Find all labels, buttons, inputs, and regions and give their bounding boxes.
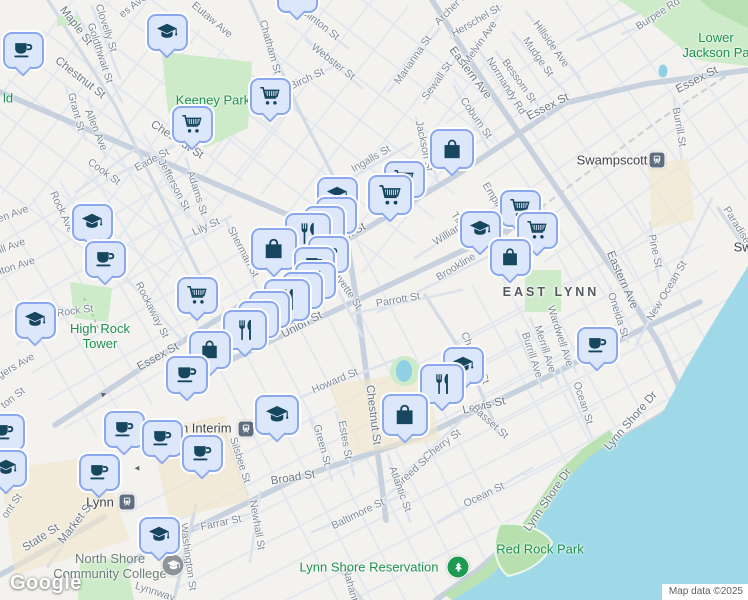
shopping-cart-icon bbox=[181, 114, 202, 134]
marker-pin-shopping-bag[interactable] bbox=[250, 228, 298, 270]
coffee-cup-icon bbox=[0, 425, 14, 440]
marker-pin-shopping-cart[interactable] bbox=[176, 276, 218, 314]
marker-pin-shopping-cart[interactable] bbox=[171, 105, 213, 143]
map[interactable]: Maple St es Ave Clovelly St Goldthwait St Ch… bbox=[0, 0, 748, 600]
marker-pin-coffee-cup[interactable] bbox=[2, 31, 44, 69]
shopping-bag-icon bbox=[502, 248, 518, 267]
coffee-cup-icon bbox=[90, 465, 109, 480]
marker-pin-shopping-bag[interactable] bbox=[381, 394, 429, 436]
marker-pin-blank[interactable] bbox=[276, 0, 318, 13]
graduation-cap-icon bbox=[156, 23, 178, 38]
google-logo[interactable]: Google bbox=[10, 572, 82, 595]
marker-pin-coffee-cup[interactable] bbox=[576, 326, 618, 364]
coffee-cup-icon bbox=[115, 422, 134, 437]
shopping-cart-icon bbox=[378, 185, 401, 206]
coffee-cup-icon bbox=[193, 446, 212, 461]
marker-pin-coffee-cup[interactable] bbox=[141, 419, 183, 457]
graduation-cap-icon bbox=[469, 220, 491, 235]
marker-pin-graduation-cap[interactable] bbox=[138, 516, 180, 554]
coffee-cup-icon bbox=[153, 431, 172, 446]
marker-pin-coffee-cup[interactable] bbox=[78, 453, 120, 491]
coffee-cup-icon bbox=[96, 252, 115, 267]
marker-pin-coffee-cup[interactable] bbox=[165, 355, 209, 395]
restaurant-icon bbox=[239, 319, 251, 340]
marker-layer bbox=[0, 0, 748, 600]
graduation-cap-icon bbox=[265, 405, 289, 422]
shopping-bag-icon bbox=[443, 139, 461, 159]
marker-pin-graduation-cap[interactable] bbox=[254, 394, 300, 436]
marker-pin-coffee-cup[interactable] bbox=[84, 240, 126, 278]
graduation-cap-icon bbox=[0, 459, 17, 474]
marker-pin-coffee-cup[interactable] bbox=[181, 434, 223, 472]
marker-pin-graduation-cap[interactable] bbox=[0, 449, 27, 487]
marker-pin-coffee-cup[interactable] bbox=[103, 410, 145, 448]
shopping-bag-icon bbox=[265, 239, 283, 260]
shopping-cart-icon bbox=[259, 86, 280, 106]
graduation-cap-icon bbox=[81, 213, 103, 228]
shopping-bag-icon bbox=[396, 405, 414, 426]
marker-pin-shopping-bag[interactable] bbox=[489, 238, 531, 276]
shopping-cart-icon bbox=[526, 220, 547, 240]
marker-pin-shopping-cart[interactable] bbox=[249, 77, 291, 115]
map-attribution: Map data ©2025 bbox=[661, 584, 748, 600]
marker-pin-graduation-cap[interactable] bbox=[14, 301, 56, 339]
marker-pin-coffee-cup[interactable] bbox=[0, 413, 25, 451]
restaurant-icon bbox=[436, 373, 448, 394]
coffee-cup-icon bbox=[177, 367, 197, 383]
marker-pin-shopping-cart[interactable] bbox=[367, 174, 413, 216]
graduation-cap-icon bbox=[148, 526, 170, 541]
marker-pin-graduation-cap[interactable] bbox=[146, 13, 188, 51]
coffee-cup-icon bbox=[588, 338, 607, 353]
marker-pin-shopping-bag[interactable] bbox=[429, 128, 475, 170]
coffee-cup-icon bbox=[14, 43, 33, 58]
marker-pin-graduation-cap[interactable] bbox=[71, 203, 113, 241]
shopping-cart-icon bbox=[186, 285, 207, 305]
graduation-cap-icon bbox=[24, 311, 46, 326]
